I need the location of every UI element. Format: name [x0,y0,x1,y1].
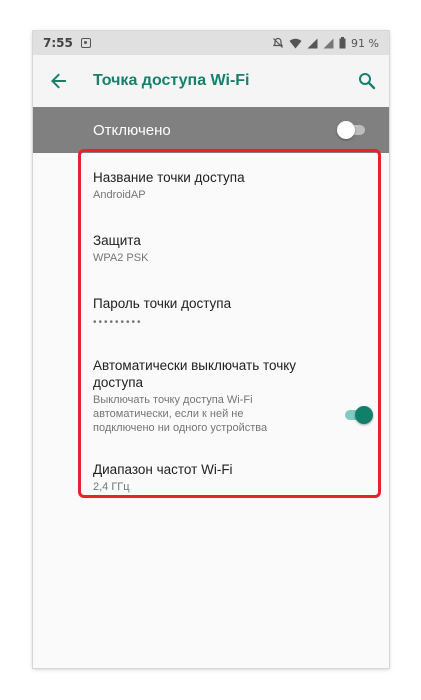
search-icon [359,73,376,90]
battery-icon [339,37,346,49]
toolbar: Точка доступа Wi-Fi [33,55,389,107]
wifi-icon [289,38,302,48]
toggle-thumb [355,406,373,424]
setting-value-masked: ••••••••• [93,317,143,328]
setting-title: Название точки доступа [93,170,245,185]
setting-value: 2,4 ГГц [93,481,130,493]
setting-ap-name[interactable]: Название точки доступа AndroidAP [33,169,305,202]
signal-icon-2 [323,38,334,48]
setting-title-line1: Автоматически выключать точку [93,358,297,373]
battery-percent: 91 % [351,36,379,50]
setting-security[interactable]: Защита WPA2 PSK [33,232,208,265]
notification-icon [80,38,91,48]
setting-title: Диапазон частот Wi-Fi [93,462,233,477]
status-icons: 91 % [272,37,379,50]
setting-band[interactable]: Диапазон частот Wi-Fi 2,4 ГГц [33,461,293,494]
hotspot-master-switch-bar[interactable]: Отключено [33,107,389,153]
page-title: Точка доступа Wi-Fi [93,72,250,89]
setting-title-line2: доступа [93,375,144,390]
search-button[interactable] [355,69,379,93]
setting-summary-line3: подключено ни одного устройства [93,422,268,434]
signal-icon [307,38,318,48]
phone-screen: 7:55 91 % Точка доступа Wi-Fi Отключено … [33,31,389,668]
toggle-thumb [337,121,355,139]
setting-title: Пароль точки доступа [93,296,232,311]
auto-off-toggle[interactable] [343,406,373,424]
setting-value: AndroidAP [93,189,146,201]
status-bar: 7:55 91 % [33,31,389,55]
setting-auto-off[interactable]: Автоматически выключать точку доступа Вы… [33,357,389,435]
setting-value: WPA2 PSK [93,252,149,264]
setting-summary-line2: автоматически, если к ней не [93,408,244,420]
back-button[interactable] [47,69,71,93]
setting-summary-line1: Выключать точку доступа Wi-Fi [93,394,253,406]
setting-password[interactable]: Пароль точки доступа ••••••••• [33,295,291,330]
hotspot-toggle[interactable] [337,121,367,139]
status-time: 7:55 [43,36,73,50]
arrow-back-icon [51,73,66,89]
master-switch-label: Отключено [93,121,171,139]
setting-title: Защита [93,233,141,248]
dnd-off-icon [272,37,284,48]
